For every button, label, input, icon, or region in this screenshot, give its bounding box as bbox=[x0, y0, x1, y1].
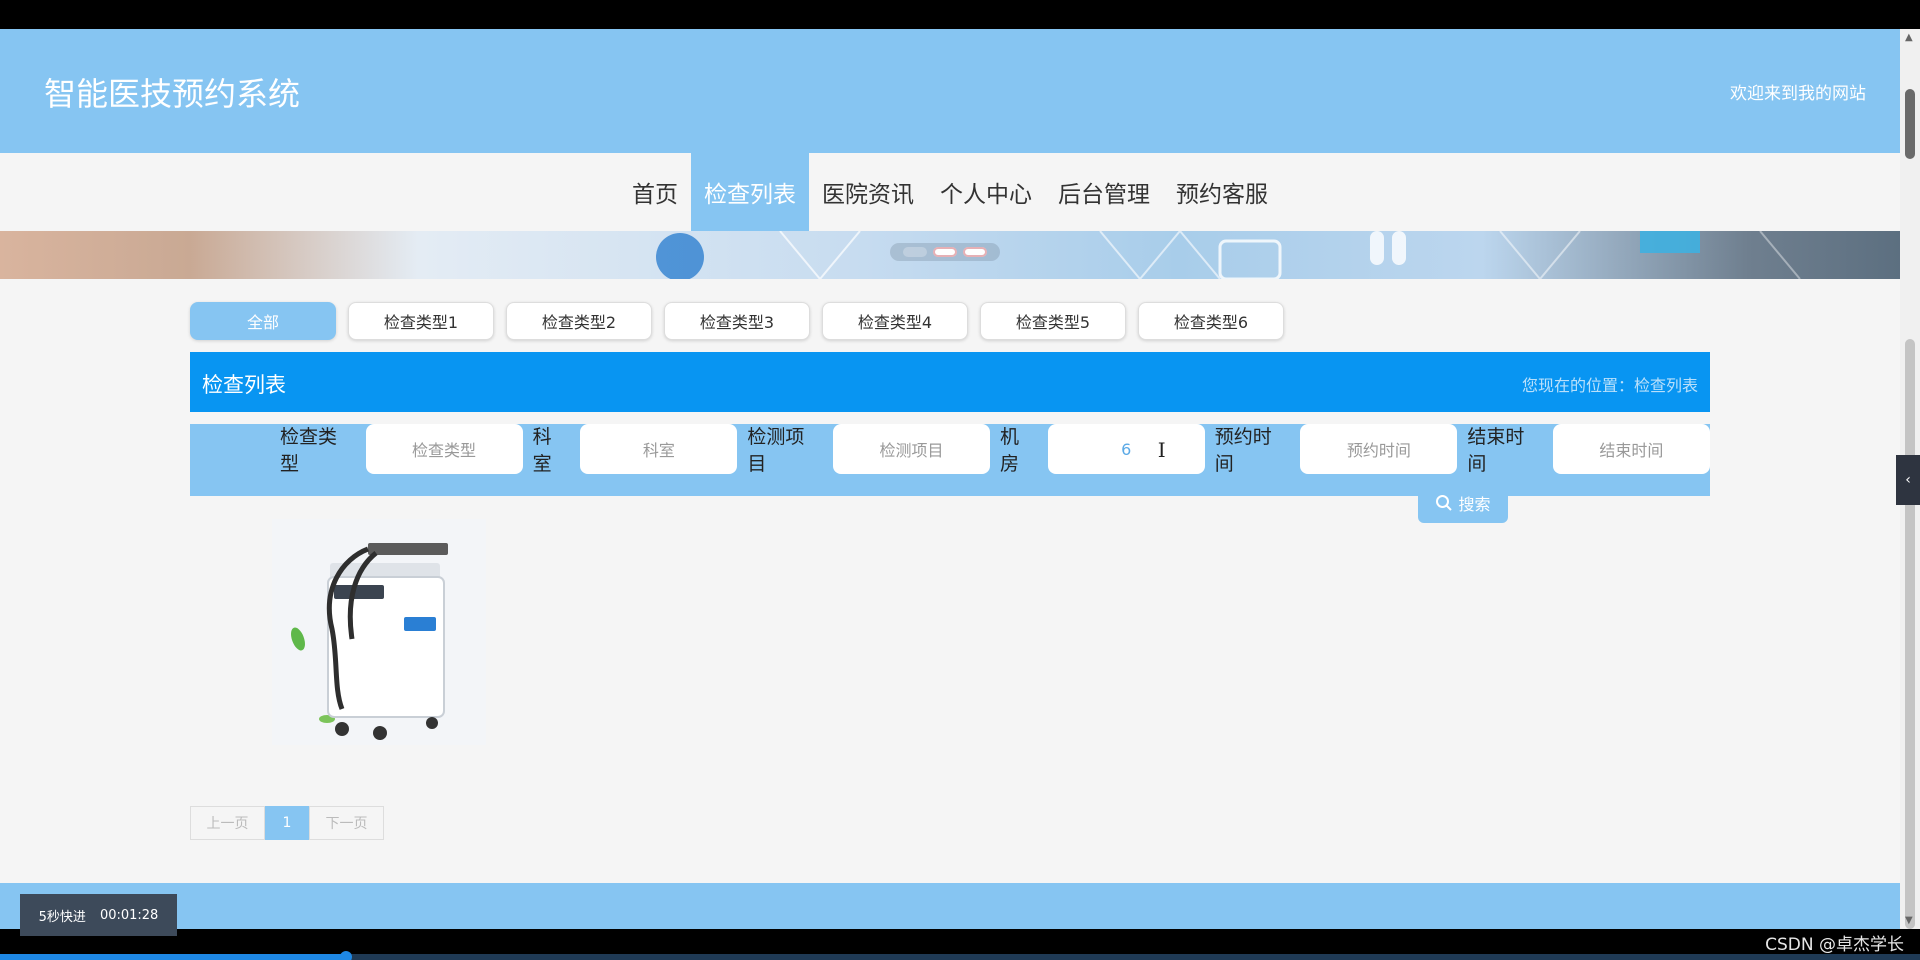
watermark: CSDN @卓杰学长 bbox=[1765, 935, 1904, 955]
video-progress-knob[interactable] bbox=[340, 951, 352, 960]
appointment-time-input[interactable]: 预约时间 bbox=[1300, 424, 1458, 474]
type-filter-2[interactable]: 检查类型2 bbox=[506, 302, 652, 340]
department-label: 科室 bbox=[532, 426, 552, 475]
test-item-placeholder: 检测项目 bbox=[879, 441, 944, 460]
welcome-text: 欢迎来到我的网站 bbox=[1730, 84, 1866, 104]
search-button-label: 搜索 bbox=[1458, 495, 1491, 514]
breadcrumb-location: 您现在的位置：检查列表 bbox=[1521, 376, 1698, 395]
type-filter-6[interactable]: 检查类型6 bbox=[1138, 302, 1284, 340]
screen: 智能医技预约系统 欢迎来到我的网站 首页 检查列表 医院资讯 个人中心 后台管理… bbox=[0, 0, 1920, 960]
exam-type-input[interactable]: 检查类型 bbox=[365, 424, 523, 474]
prev-page-button[interactable]: 上一页 bbox=[190, 806, 265, 840]
list-header: 检查列表 您现在的位置：检查列表 bbox=[190, 352, 1710, 412]
chevron-left-icon: ‹ bbox=[1905, 472, 1911, 488]
type-filter-all[interactable]: 全部 bbox=[190, 302, 336, 340]
nav-item-exam-list[interactable]: 检查列表 bbox=[691, 153, 809, 231]
room-input[interactable]: 6 I bbox=[1047, 424, 1205, 474]
nav-item-hospital-news[interactable]: 医院资讯 bbox=[809, 153, 927, 231]
exam-type-label: 检查类型 bbox=[280, 426, 338, 475]
site-title: 智能医技预约系统 bbox=[44, 75, 301, 113]
end-time-input[interactable]: 结束时间 bbox=[1552, 424, 1710, 474]
text-cursor-icon: I bbox=[1157, 438, 1166, 462]
nav-item-personal-center[interactable]: 个人中心 bbox=[927, 153, 1045, 231]
room-label: 机房 bbox=[999, 426, 1019, 475]
carousel-dot[interactable] bbox=[903, 247, 927, 257]
video-skip-overlay[interactable]: 5秒快进 00:01:28 bbox=[20, 894, 177, 936]
next-page-button[interactable]: 下一页 bbox=[309, 806, 384, 840]
end-time-placeholder: 结束时间 bbox=[1599, 441, 1664, 460]
carousel-indicators bbox=[890, 243, 1000, 261]
list-title: 检查列表 bbox=[202, 373, 286, 397]
appointment-time-label: 预约时间 bbox=[1214, 426, 1272, 475]
nav-item-home[interactable]: 首页 bbox=[619, 153, 691, 231]
end-time-label: 结束时间 bbox=[1467, 426, 1525, 475]
pagination: 上一页 1 下一页 bbox=[190, 806, 384, 840]
exam-type-placeholder: 检查类型 bbox=[412, 441, 477, 460]
carousel-dot[interactable] bbox=[933, 247, 957, 257]
banner-carousel bbox=[0, 231, 1900, 279]
room-input-value: 6 bbox=[1121, 439, 1132, 459]
type-filter-1[interactable]: 检查类型1 bbox=[348, 302, 494, 340]
test-item-input[interactable]: 检测项目 bbox=[832, 424, 990, 474]
site-footer bbox=[0, 883, 1900, 929]
search-icon bbox=[1436, 495, 1453, 511]
skip-forward-label: 5秒快进 bbox=[38, 909, 86, 925]
exam-item-card[interactable] bbox=[272, 519, 486, 745]
top-black-bar bbox=[0, 0, 1920, 29]
side-panel-toggle[interactable]: ‹ bbox=[1896, 455, 1920, 505]
nav-item-admin[interactable]: 后台管理 bbox=[1045, 153, 1163, 231]
type-filter-3[interactable]: 检查类型3 bbox=[664, 302, 810, 340]
type-filter-5[interactable]: 检查类型5 bbox=[980, 302, 1126, 340]
test-item-label: 检测项目 bbox=[747, 426, 805, 475]
main-nav: 首页 检查列表 医院资讯 个人中心 后台管理 预约客服 bbox=[0, 153, 1900, 231]
scroll-down-arrow-icon[interactable]: ▼ bbox=[1905, 915, 1913, 926]
department-input[interactable]: 科室 bbox=[580, 424, 738, 474]
medical-device-image bbox=[272, 519, 486, 745]
page-number-button[interactable]: 1 bbox=[265, 806, 309, 840]
carousel-dot[interactable] bbox=[963, 247, 987, 257]
department-placeholder: 科室 bbox=[642, 441, 675, 460]
scroll-up-arrow-icon[interactable]: ▲ bbox=[1905, 32, 1913, 43]
video-progress-fill bbox=[0, 954, 346, 960]
browser-viewport: 智能医技预约系统 欢迎来到我的网站 首页 检查列表 医院资讯 个人中心 后台管理… bbox=[0, 29, 1900, 929]
search-button[interactable]: 搜索 bbox=[1418, 483, 1508, 523]
search-fields: 检查类型 检查类型 科室 科室 检测项目 检测项目 机房 6 I 预约时间 预约… bbox=[270, 424, 1710, 475]
nav-item-customer-service[interactable]: 预约客服 bbox=[1163, 153, 1281, 231]
appointment-time-placeholder: 预约时间 bbox=[1346, 441, 1411, 460]
scroll-thumb[interactable] bbox=[1905, 89, 1915, 159]
exam-type-filter: 全部 检查类型1 检查类型2 检查类型3 检查类型4 检查类型5 检查类型6 bbox=[190, 302, 1284, 340]
video-timestamp: 00:01:28 bbox=[99, 907, 159, 923]
site-header: 智能医技预约系统 欢迎来到我的网站 bbox=[0, 29, 1900, 153]
scroll-track-thumb[interactable] bbox=[1905, 339, 1915, 929]
type-filter-4[interactable]: 检查类型4 bbox=[822, 302, 968, 340]
